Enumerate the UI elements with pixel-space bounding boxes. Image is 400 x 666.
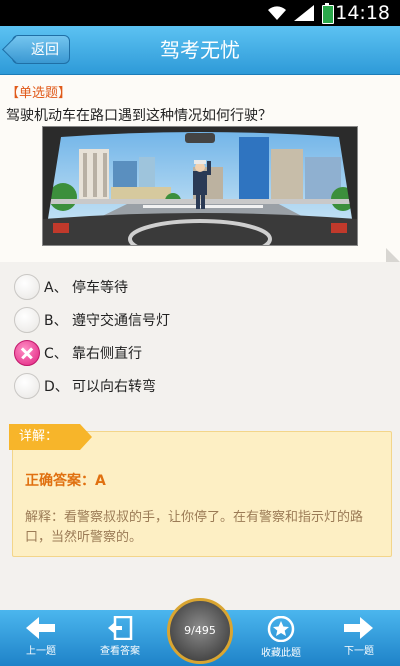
explanation-text: 解释：看警察叔叔的手，让你停了。在有警察和指示灯的路口，当然听警察的。 (25, 510, 364, 545)
favorite-label: 收藏此题 (261, 648, 301, 659)
next-question-button[interactable]: 下一题 (324, 610, 394, 666)
battery-icon (322, 3, 334, 24)
option-a-radio[interactable] (14, 274, 40, 300)
progress-indicator[interactable]: 9/495 (167, 598, 233, 664)
back-button[interactable]: 返回 (12, 35, 70, 64)
prev-question-button[interactable]: 上一题 (6, 610, 76, 666)
bottom-nav: 上一题 查看答案 9/495 收藏此题 下一题 (0, 598, 400, 666)
back-button-label: 返回 (31, 42, 59, 58)
option-a[interactable]: A、 停车等待 (14, 274, 374, 304)
arrow-right-icon (344, 617, 373, 639)
wifi-icon (268, 6, 286, 20)
option-a-text: 停车等待 (72, 280, 128, 296)
page-fold (386, 248, 400, 262)
status-bar: 14:18 (0, 0, 400, 26)
option-d-letter: D、 (44, 379, 69, 395)
question-text: 驾驶机动车在路口遇到这种情况如何行驶？ (6, 108, 272, 124)
option-c-text: 靠右侧直行 (72, 346, 142, 362)
star-icon (267, 616, 295, 642)
view-answer-button[interactable]: 查看答案 (84, 610, 156, 666)
option-b[interactable]: B、 遵守交通信号灯 (14, 307, 374, 337)
view-answer-icon (108, 616, 133, 640)
view-answer-label: 查看答案 (100, 646, 140, 657)
option-d[interactable]: D、 可以向右转弯 (14, 373, 374, 403)
traffic-police-scene (43, 127, 357, 245)
question-image (42, 126, 358, 246)
option-b-letter: B、 (44, 313, 68, 329)
wrong-mark-icon[interactable] (14, 340, 40, 366)
correct-answer: 正确答案：A (25, 473, 106, 489)
favorite-button[interactable]: 收藏此题 (246, 610, 316, 666)
explanation-tag: 详解： (9, 424, 93, 450)
option-c[interactable]: C、 靠右侧直行 (14, 340, 374, 370)
option-a-letter: A、 (44, 280, 68, 296)
arrow-left-icon (26, 617, 55, 639)
option-d-text: 可以向右转弯 (72, 379, 156, 395)
prev-question-label: 上一题 (26, 646, 56, 657)
title-bar: 返回 驾考无忧 (0, 26, 400, 75)
question-card: 【单选题】 驾驶机动车在路口遇到这种情况如何行驶？ (0, 75, 400, 262)
option-b-radio[interactable] (14, 307, 40, 333)
explanation-box: 详解： 正确答案：A 解释：看警察叔叔的手，让你停了。在有警察和指示灯的路口，当… (9, 424, 392, 557)
clock: 14:18 (335, 2, 390, 24)
question-type: 【单选题】 (6, 86, 72, 101)
option-b-text: 遵守交通信号灯 (72, 313, 170, 329)
option-d-radio[interactable] (14, 373, 40, 399)
option-c-letter: C、 (44, 346, 68, 362)
next-question-label: 下一题 (344, 646, 374, 657)
signal-icon (294, 5, 314, 21)
